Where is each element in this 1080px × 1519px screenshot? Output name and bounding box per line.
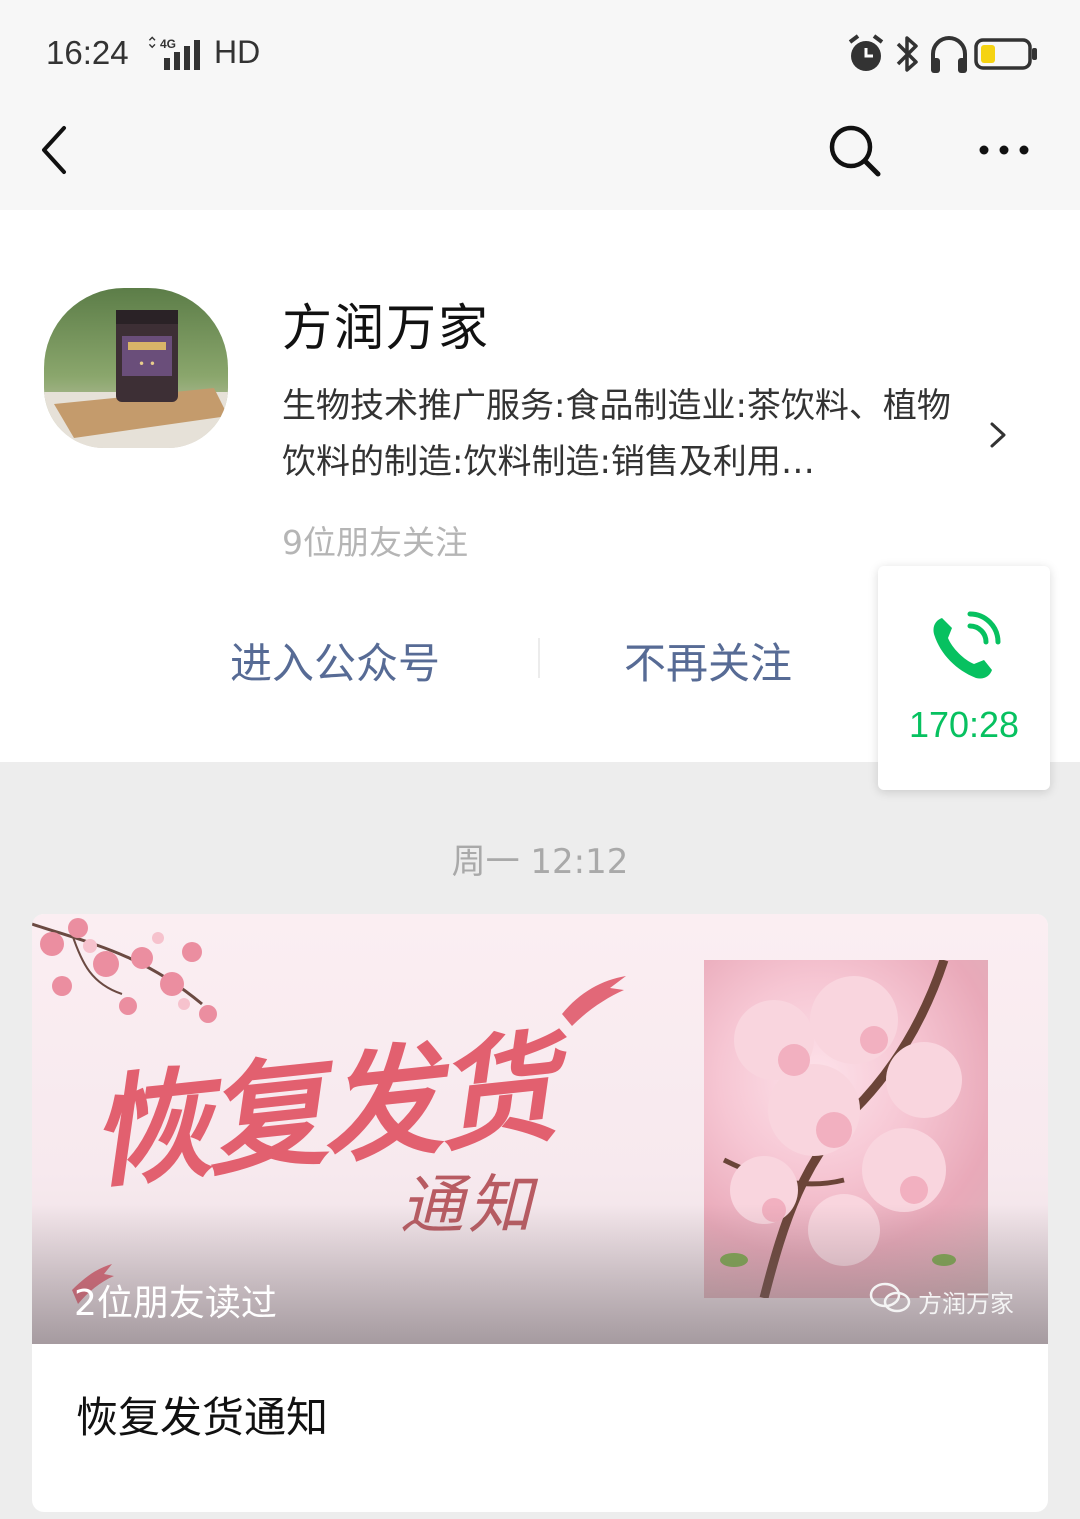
svg-text:• •: • •: [138, 357, 156, 371]
svg-text:4G: 4G: [160, 37, 176, 51]
friends-read-count: 2位朋友读过: [74, 1283, 277, 1324]
status-bar: 16:24 4G HD: [0, 0, 1080, 110]
article-card[interactable]: 恢复发货 通知 2位朋友读过: [32, 914, 1048, 1512]
avatar-image: • •: [44, 288, 228, 448]
article-cover: 恢复发货 通知 2位朋友读过: [32, 914, 1048, 1344]
account-description[interactable]: 生物技术推广服务:食品制造业:茶饮料、植物饮料的制造:饮料制造:销售及利用…: [282, 378, 972, 490]
more-icon[interactable]: [972, 130, 1036, 170]
hd-indicator: HD: [214, 34, 261, 70]
unfollow-button[interactable]: 不再关注: [624, 630, 792, 691]
call-timer: 170:28: [908, 704, 1020, 745]
action-divider: [538, 638, 540, 678]
message-timestamp: 周一 12:12: [451, 842, 629, 882]
battery-icon: [974, 38, 1037, 70]
cover-watermark: 方润万家: [918, 1290, 1014, 1318]
back-icon[interactable]: [30, 118, 80, 182]
bluetooth-icon: [896, 36, 918, 72]
enter-account-button[interactable]: 进入公众号: [230, 630, 440, 691]
status-time: 16:24: [46, 34, 129, 71]
phone-icon: [933, 611, 1001, 679]
account-name: 方润万家: [282, 299, 490, 357]
wechat-watermark-icon: [869, 1282, 911, 1313]
chevron-right-icon[interactable]: [984, 418, 1012, 452]
alarm-icon: [848, 34, 884, 71]
avatar[interactable]: • •: [44, 288, 228, 448]
followers-count: 9位朋友关注: [282, 523, 468, 562]
call-widget[interactable]: 170:28: [878, 566, 1050, 790]
article-title[interactable]: 恢复发货通知: [76, 1384, 328, 1445]
search-icon[interactable]: [824, 120, 884, 180]
headphones-icon: [931, 36, 967, 73]
